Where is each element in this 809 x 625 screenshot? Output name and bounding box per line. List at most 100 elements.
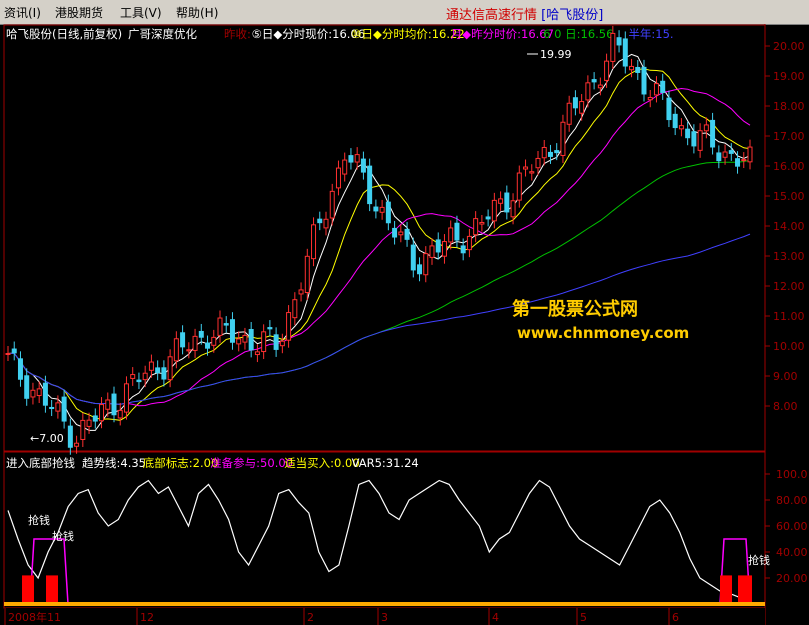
- price-legend: 昨收: ⑤日◆分时现价:16.06⑩日◆分时均价:16.22月◆昨分时价:16.6…: [224, 27, 674, 41]
- price-moving-averages: [7, 53, 751, 431]
- candle-body: [142, 372, 148, 381]
- candle-body: [267, 327, 273, 330]
- menu-tools[interactable]: 工具(V): [120, 4, 162, 21]
- candle-body: [5, 353, 11, 355]
- app-title-text: 通达信高速行情: [446, 8, 538, 23]
- indicator-label: 广哥深度优化: [128, 27, 197, 41]
- price-legend-item: 昨收:: [224, 27, 251, 41]
- trend-line: [7, 479, 751, 599]
- candle-body: [504, 192, 510, 213]
- candle-body: [67, 425, 73, 448]
- price-tick-label: 9.00: [773, 370, 798, 383]
- candle-body: [311, 224, 317, 260]
- candle-body: [335, 167, 341, 189]
- price-y-axis: 20.00 19.00 18.00 17.00 16.00 15.00 14.00 13.00…: [765, 40, 805, 413]
- bottom-signal-bar: [46, 575, 58, 604]
- candle-body: [685, 128, 691, 139]
- candle-body: [254, 351, 260, 356]
- ma-line: [7, 159, 751, 405]
- candle-body: [735, 158, 741, 167]
- candle-body: [429, 245, 435, 258]
- indicator-legend-item: 准备参与:50.00: [210, 456, 293, 470]
- candle-body: [298, 289, 304, 295]
- stock-label: 哈飞股份(日线,前复权): [6, 27, 122, 41]
- price-tick-label: 20.00: [773, 40, 805, 53]
- indicator-legend: 趋势线:4.35底部标志:2.00准备参与:50.00适当买入:0.00VAR5…: [82, 456, 419, 470]
- watermark-url: www.chnmoney.com: [517, 324, 689, 342]
- menu-info[interactable]: 资讯(I): [4, 4, 41, 21]
- x-axis-label: 6: [672, 611, 679, 624]
- price-legend-item: 月◆昨分时价:16.67: [451, 27, 554, 41]
- candle-body: [161, 367, 167, 380]
- candle-body: [697, 130, 703, 151]
- candle-body: [572, 97, 578, 109]
- candle-body: [242, 334, 248, 343]
- candle-body: [123, 383, 129, 413]
- candle-body: [604, 60, 610, 81]
- candle-body: [566, 102, 572, 125]
- candle-body: [86, 419, 92, 427]
- candle-body: [354, 154, 360, 163]
- candle-body: [473, 218, 479, 236]
- candle-body: [17, 358, 23, 380]
- candle-body: [148, 361, 154, 371]
- candle-body: [466, 235, 472, 251]
- candle-body: [223, 323, 229, 326]
- candle-body: [641, 66, 647, 95]
- candle-body: [173, 338, 179, 362]
- candle-body: [392, 227, 398, 238]
- candle-body: [410, 244, 416, 271]
- candle-body: [360, 158, 366, 173]
- candle-body: [130, 374, 136, 379]
- candle-body: [74, 442, 80, 447]
- candle-body: [647, 96, 653, 101]
- candle-body: [105, 399, 111, 410]
- bottom-signal-bar: [738, 575, 752, 604]
- x-axis-label: 2008年11: [8, 610, 61, 624]
- candle-body: [279, 340, 285, 347]
- candle-body: [523, 166, 529, 170]
- candle-body: [741, 159, 747, 162]
- indicator-name: 进入底部抢钱: [6, 456, 75, 470]
- menu-help[interactable]: 帮助(H): [176, 4, 218, 21]
- stock-chart[interactable]: 哈飞股份(日线,前复权) 广哥深度优化 昨收: ⑤日◆分时现价:16.06⑩日◆分…: [0, 24, 809, 625]
- candle-body: [155, 367, 161, 374]
- candle-body: [111, 393, 117, 416]
- candle-body: [205, 342, 211, 349]
- indicator-legend-item: 适当买入:0.00: [284, 456, 359, 470]
- candle-body: [691, 131, 697, 147]
- signal-label: 抢钱: [28, 513, 50, 527]
- candle-body: [373, 206, 379, 212]
- candle-body: [585, 82, 591, 101]
- candle-body: [597, 84, 603, 89]
- indicator-tick-label: 40.00: [776, 546, 808, 559]
- signal-label: 抢钱: [52, 529, 74, 543]
- price-tick-label: 8.00: [773, 400, 798, 413]
- candle-body: [348, 155, 354, 163]
- candle-body: [498, 198, 504, 204]
- candle-body: [535, 157, 541, 169]
- bottom-signal-bar: [720, 575, 732, 604]
- price-legend-item: ⑤日◆分时现价:16.06: [252, 27, 365, 41]
- candle-body: [192, 335, 198, 351]
- price-tick-label: 17.00: [773, 130, 805, 143]
- candle-body: [92, 415, 98, 422]
- candle-body: [30, 389, 36, 398]
- candle-body: [672, 113, 678, 129]
- menu-hk-futures[interactable]: 港股期货: [55, 4, 103, 21]
- candle-body: [560, 121, 566, 156]
- candle-body: [61, 396, 67, 422]
- candle-body: [117, 409, 123, 419]
- candle-body: [24, 375, 30, 399]
- candle-body: [653, 83, 659, 96]
- candle-body: [11, 348, 17, 354]
- candle-body: [398, 231, 404, 236]
- watermark-title: 第一股票公式网: [512, 298, 638, 320]
- x-axis-label: 3: [381, 611, 388, 624]
- candle-body: [379, 206, 385, 213]
- app-title-stock: [哈飞股份]: [541, 8, 604, 23]
- candle-body: [229, 319, 235, 343]
- price-legend-item: 半年:15.: [628, 27, 673, 41]
- candle-body: [261, 331, 267, 353]
- candle-body: [591, 79, 597, 83]
